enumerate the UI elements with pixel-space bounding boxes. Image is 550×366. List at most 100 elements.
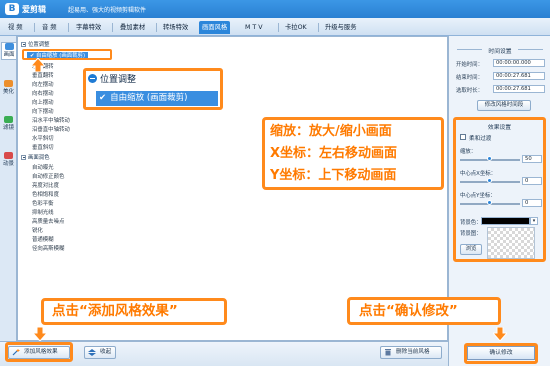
confirm-modify-button[interactable]: 确认修改	[467, 346, 535, 360]
menu-mtv[interactable]: M T V	[242, 21, 266, 34]
menu-divider	[156, 23, 157, 32]
menu-transitions[interactable]: 转场特效	[160, 21, 191, 34]
list-item[interactable]: 色相饱和度	[32, 191, 59, 199]
collapse-icon	[21, 41, 26, 47]
arrow-down-icon	[33, 327, 47, 341]
modify-time-button[interactable]: 修改风格时间段	[477, 100, 531, 111]
effect-explanation-callout: 缩放：放大/缩小画面 X坐标：左右移动画面 Y坐标：上下移动画面	[262, 117, 444, 190]
menu-divider	[278, 23, 279, 32]
tab-motion[interactable]: 动景	[1, 152, 16, 168]
y-slider-thumb[interactable]	[487, 200, 492, 205]
x-coordinate-label: 中心点X坐标：	[460, 171, 497, 177]
tab-filter-label: 滤镜	[2, 125, 14, 131]
effect-settings-title: 效果设置	[487, 125, 512, 131]
list-item[interactable]: 抑制光线	[32, 209, 54, 217]
left-tab-strip: 画面 美化 滤镜 动景	[0, 36, 17, 341]
bg-color-label: 背景色：	[460, 220, 482, 226]
zoom-popup-header: 位置调整	[88, 74, 136, 86]
list-item[interactable]: 向下摆动	[32, 108, 54, 116]
title-bar: B 爱剪辑 超易用、强大的视频剪辑软件	[0, 0, 550, 18]
app-name: 爱剪辑	[22, 5, 46, 14]
browse-button[interactable]: 浏览	[460, 244, 482, 255]
delete-effect-label: 删除当前风格	[396, 349, 430, 355]
list-item[interactable]: 高质量去噪点	[32, 218, 64, 226]
list-item[interactable]: 自动曝光	[32, 164, 54, 172]
y-value-field[interactable]: 0	[522, 199, 542, 207]
list-item[interactable]: 色彩平衡	[32, 200, 54, 208]
end-time-label: 结束时间：	[456, 75, 483, 81]
collapse-icon	[88, 74, 97, 83]
tab-beautify-label: 美化	[2, 89, 14, 95]
list-item[interactable]: 向右摆动	[32, 90, 54, 98]
list-item[interactable]: 普通模糊	[32, 236, 54, 244]
bg-color-swatch[interactable]	[481, 217, 530, 225]
app-logo-icon: B	[5, 3, 19, 15]
time-settings-title: 时间设置	[449, 46, 550, 55]
collapse-button[interactable]: 收起	[84, 346, 116, 359]
end-time-field[interactable]: 00:00:27.681	[493, 72, 545, 80]
list-item[interactable]: 沿水平中轴转动	[32, 117, 70, 125]
group-position[interactable]: 位置调整	[21, 41, 50, 49]
add-effect-callout: 点击“添加风格效果”	[41, 298, 227, 325]
list-item[interactable]: 向上摆动	[32, 99, 54, 107]
menu-video[interactable]: 视 频	[5, 21, 26, 34]
tab-beautify[interactable]: 美化	[1, 80, 16, 96]
confirm-callout: 点击“确认修改”	[347, 297, 501, 325]
menu-bar: 视 频 音 频 字幕特效 叠加素材 转场特效 画面风格 M T V 卡拉OK 升…	[0, 18, 550, 36]
collapse-arrows-icon	[88, 349, 96, 356]
zoom-popup: 位置调整 ✔ 自由缩放 (画面裁剪)	[83, 68, 223, 110]
list-item[interactable]: 亮度对比度	[32, 182, 59, 190]
zoom-popup-item-label: 自由缩放 (画面裁剪)	[110, 93, 188, 103]
menu-audio[interactable]: 音 频	[39, 21, 60, 34]
y-coordinate-label: 中心点Y坐标：	[460, 193, 496, 199]
tab-filter[interactable]: 滤镜	[1, 116, 16, 132]
menu-divider	[34, 23, 35, 32]
tab-picture[interactable]: 画面	[1, 42, 16, 60]
bg-image-label: 背景图：	[460, 231, 482, 237]
collapse-label: 收起	[100, 349, 112, 355]
menu-karaoke[interactable]: 卡拉OK	[282, 21, 310, 34]
menu-overlay[interactable]: 叠加素材	[117, 21, 148, 34]
group-position-label: 位置调整	[28, 42, 50, 48]
motion-icon	[4, 152, 13, 159]
check-icon: ✔	[99, 93, 107, 103]
menu-divider	[68, 23, 69, 32]
delete-effect-button[interactable]: 删除当前风格	[380, 346, 442, 359]
list-item[interactable]: 沿垂直中轴转动	[32, 126, 70, 134]
menu-upgrade[interactable]: 升级与服务	[322, 21, 359, 34]
arrow-up-icon	[31, 58, 45, 72]
bg-image-preview	[487, 227, 535, 259]
soft-transition-label: 柔和过渡	[469, 136, 492, 142]
group-color-grading-label: 画面润色	[28, 155, 50, 161]
list-item[interactable]: 垂直翻转	[32, 72, 54, 80]
soft-transition-checkbox[interactable]	[460, 134, 466, 140]
start-time-label: 开始时间：	[456, 62, 483, 68]
zoom-value-field[interactable]: 50	[522, 155, 542, 163]
chevron-down-icon[interactable]: ▾	[530, 217, 538, 225]
add-effect-highlight	[5, 342, 73, 362]
list-item[interactable]: 水平斜切	[32, 135, 54, 143]
list-item[interactable]: 向左摆动	[32, 81, 54, 89]
menu-subtitles[interactable]: 字幕特效	[73, 21, 104, 34]
filter-icon	[4, 116, 13, 123]
x-slider-thumb[interactable]	[487, 178, 492, 183]
menu-divider	[112, 23, 113, 32]
menu-divider	[318, 23, 319, 32]
collapse-icon	[21, 154, 26, 160]
arrow-down-icon	[493, 327, 507, 341]
list-item[interactable]: 垂直斜切	[32, 144, 54, 152]
trash-icon	[385, 349, 391, 356]
menu-picture-style[interactable]: 画面风格	[199, 21, 231, 34]
tab-motion-label: 动景	[2, 161, 14, 167]
start-time-field[interactable]: 00:00:00.000	[493, 59, 545, 67]
list-item[interactable]: 径向高斯模糊	[32, 245, 64, 253]
zoom-slider-thumb[interactable]	[487, 156, 492, 161]
zoom-popup-item[interactable]: ✔ 自由缩放 (画面裁剪)	[96, 91, 218, 106]
callout-zoom-text: 缩放：放大/缩小画面	[270, 124, 392, 139]
x-value-field[interactable]: 0	[522, 177, 542, 185]
group-color-grading[interactable]: 画面润色	[21, 154, 50, 162]
app-slogan: 超易用、强大的视频剪辑软件	[68, 7, 147, 14]
duration-field[interactable]: 00:00:27.681	[493, 85, 545, 93]
list-item[interactable]: 自动修正颜色	[32, 173, 64, 181]
list-item[interactable]: 锐化	[32, 227, 43, 235]
